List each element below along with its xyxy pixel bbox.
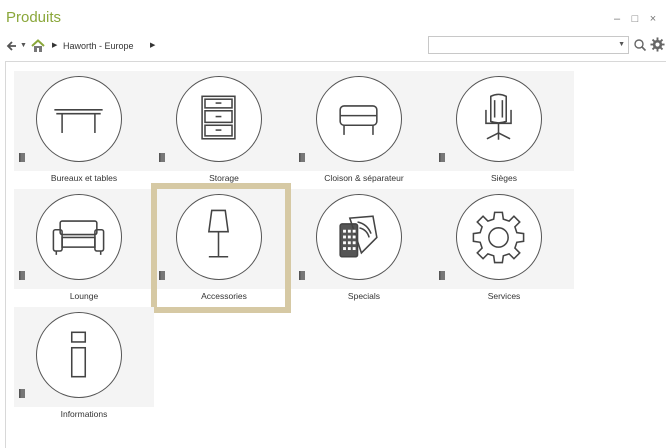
navigation-bar: ▼ ▶ Haworth - Europe ▶ ▼ (0, 36, 666, 58)
selection-highlight (151, 183, 291, 313)
category-tile-accessories[interactable]: Accessories (151, 183, 294, 313)
maximize-button[interactable]: □ (626, 11, 644, 27)
category-label: Lounge (69, 291, 99, 301)
products-window: Produits – □ × ▼ ▶ Haworth - Europe ▶ ▼ (0, 0, 666, 448)
book-icon (299, 267, 305, 280)
category-label: Storage (209, 173, 239, 183)
info-icon (36, 312, 122, 398)
home-icon[interactable] (30, 38, 46, 54)
table-icon (36, 76, 122, 162)
title-bar: Produits – □ × (0, 0, 666, 34)
book-icon (19, 385, 25, 398)
close-button[interactable]: × (644, 11, 662, 27)
book-icon (439, 267, 445, 280)
chevron-down-icon[interactable]: ▼ (20, 39, 27, 53)
category-grid: Bureaux et tables Storage Cloison & sépa… (5, 61, 666, 448)
category-tile-lounge[interactable]: Lounge (14, 189, 154, 307)
category-label: Bureaux et tables (50, 173, 118, 183)
category-tile-storage[interactable]: Storage (154, 71, 294, 189)
category-label: Services (487, 291, 521, 301)
gear-icon[interactable] (650, 37, 665, 52)
book-icon (299, 149, 305, 162)
book-icon (439, 149, 445, 162)
category-tile-specials[interactable]: Specials (294, 189, 434, 307)
window-title: Produits (6, 9, 62, 26)
book-icon (159, 149, 165, 162)
minimize-button[interactable]: – (608, 11, 626, 27)
fabric-swatch-icon (316, 194, 402, 280)
search-icon[interactable] (633, 38, 647, 52)
category-label: Sièges (491, 173, 517, 183)
breadcrumb-chevron-icon[interactable]: ▶ (150, 40, 155, 52)
cabinet-icon (176, 76, 262, 162)
category-tile-cloison[interactable]: Cloison & séparateur (294, 71, 434, 189)
category-tile-bureaux[interactable]: Bureaux et tables (14, 71, 154, 189)
category-tile-sieges[interactable]: Sièges (434, 71, 574, 189)
sofa-icon (36, 194, 122, 280)
cog-icon (456, 194, 542, 280)
partition-icon (316, 76, 402, 162)
category-label: Specials (347, 291, 381, 301)
category-label: Informations (60, 409, 108, 419)
search-input[interactable]: ▼ (428, 36, 629, 54)
office-chair-icon (456, 76, 542, 162)
category-label: Cloison & séparateur (324, 173, 404, 183)
breadcrumb-chevron-icon[interactable]: ▶ (52, 40, 57, 52)
book-icon (19, 267, 25, 280)
arrow-left-icon[interactable] (4, 39, 18, 53)
category-tile-services[interactable]: Services (434, 189, 574, 307)
category-tile-informations[interactable]: Informations (14, 307, 154, 425)
breadcrumb[interactable]: Haworth - Europe (63, 40, 134, 52)
search-dropdown-icon[interactable]: ▼ (618, 39, 625, 51)
book-icon (19, 149, 25, 162)
window-controls: – □ × (608, 11, 662, 27)
